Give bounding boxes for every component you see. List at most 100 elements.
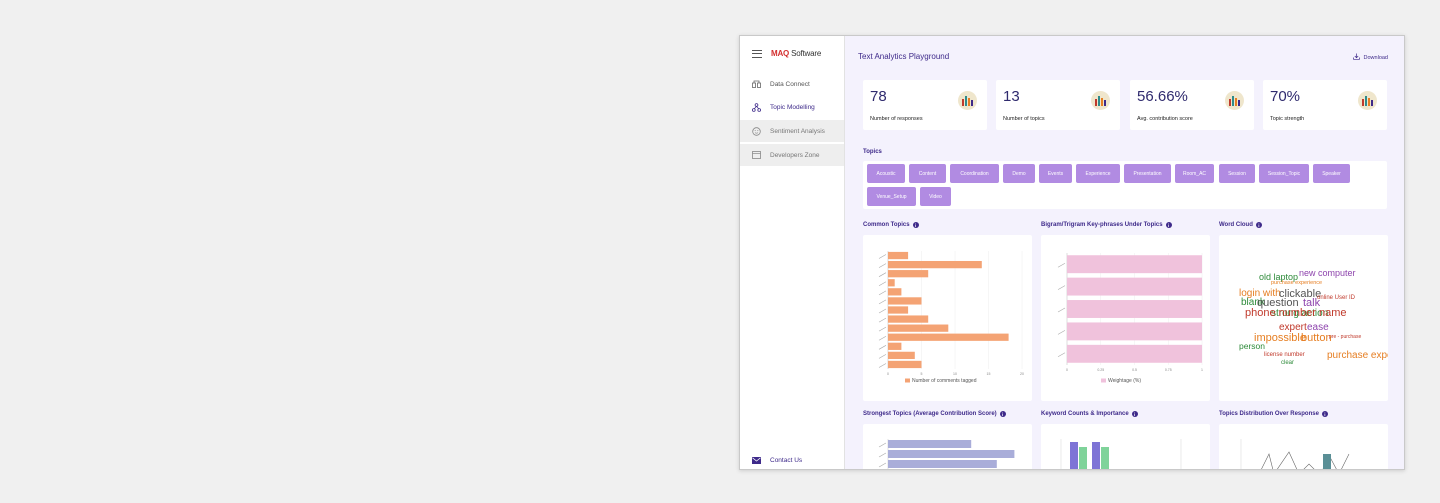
x-tick-label: 0.5	[1132, 368, 1137, 372]
keyword-counts-chart	[1060, 439, 1182, 469]
bigram-title: Bigram/Trigram Key-phrases Under Topics i	[1041, 222, 1172, 228]
topic-chip[interactable]: Venue_Setup	[867, 187, 916, 206]
word-cloud-word: clear	[1281, 360, 1295, 366]
kpi-card-contribution: 56.66% Avg. contribution score	[1130, 80, 1254, 130]
y-tick-label	[878, 272, 887, 277]
keyword-bar	[1079, 447, 1087, 469]
topic-chip[interactable]: Presentation	[1124, 164, 1171, 183]
sidebar-item-data-connect[interactable]: Data Connect	[740, 73, 844, 95]
download-icon	[1352, 53, 1360, 62]
bar	[1067, 322, 1202, 341]
topic-chip[interactable]: Content	[909, 164, 946, 183]
x-tick-label: 0.75	[1165, 368, 1172, 372]
bar	[888, 342, 902, 350]
y-tick-label	[878, 462, 887, 468]
topics-box: Acoustic Content Coordination Demo Event…	[863, 161, 1387, 209]
legend-label: Weightage (%)	[1108, 378, 1141, 384]
info-icon[interactable]: i	[1165, 222, 1172, 228]
distribution-bar	[1323, 454, 1331, 469]
info-icon[interactable]: i	[1255, 222, 1262, 228]
y-tick-label	[878, 442, 887, 448]
sidebar-item-label: Topic Modelling	[770, 103, 815, 111]
sidebar-item-label: Sentiment Analysis	[770, 127, 825, 135]
bar-chart-icon	[958, 91, 977, 110]
common-topics-chart: 0 5 10 15 20 Number of comments tagged	[878, 251, 1024, 384]
info-icon[interactable]: i	[912, 222, 919, 228]
kpi-value: 70%	[1270, 88, 1301, 105]
sidebar-item-developers-zone[interactable]: Developers Zone	[740, 144, 844, 166]
kpi-value: 13	[1003, 88, 1020, 105]
y-tick-label	[1057, 285, 1066, 290]
sidebar-item-label: Developers Zone	[770, 151, 820, 159]
kpi-value: 56.66%	[1137, 88, 1188, 105]
bar	[1067, 300, 1202, 318]
info-icon[interactable]: i	[1321, 411, 1328, 417]
word-cloud-word: purchase experience	[1271, 280, 1323, 286]
legend-label: Number of comments tagged	[912, 378, 977, 384]
data-connect-icon	[752, 80, 761, 89]
y-tick-label	[1057, 262, 1066, 268]
topic-chip[interactable]: Acoustic	[867, 164, 905, 183]
bar	[888, 351, 915, 360]
bar	[888, 360, 922, 369]
x-tick-label: 1	[1201, 368, 1203, 372]
brand: MAQ Software	[752, 49, 821, 58]
sidebar-item-topic-modelling[interactable]: Topic Modelling	[740, 96, 844, 118]
word-cloud-word: pre - purchase	[1329, 334, 1362, 340]
sentiment-icon	[752, 126, 761, 136]
legend-swatch	[905, 378, 910, 383]
logo: MAQ Software	[771, 49, 822, 58]
topic-chip[interactable]: Session	[1219, 164, 1255, 183]
topic-chip[interactable]: Room_AC	[1175, 164, 1214, 183]
y-tick-label	[878, 345, 887, 350]
mail-icon	[752, 456, 761, 465]
contact-us-link[interactable]: Contact Us	[740, 449, 844, 469]
topic-chip[interactable]: Demo	[1003, 164, 1035, 183]
word-cloud-word: button	[1301, 332, 1332, 344]
bar	[888, 315, 929, 323]
hamburger-menu-icon[interactable]	[752, 49, 762, 58]
bar	[888, 460, 997, 468]
word-cloud-word: person	[1239, 341, 1265, 351]
topic-chip[interactable]: Video	[920, 187, 951, 206]
y-tick-label	[878, 363, 887, 368]
strongest-topics-card	[863, 424, 1032, 469]
x-tick-label: 10	[953, 372, 957, 376]
y-tick-label	[878, 354, 887, 359]
x-tick-label: 20	[1020, 372, 1024, 376]
bar	[888, 260, 982, 269]
bar	[888, 440, 972, 448]
bar-chart-icon	[1358, 91, 1377, 110]
y-tick-label	[1057, 352, 1066, 358]
bar	[888, 279, 895, 287]
topic-chip[interactable]: Coordination	[950, 164, 999, 183]
x-tick-label: 5	[921, 372, 923, 376]
info-icon[interactable]: i	[999, 411, 1006, 417]
bigram-card: 0 0.25 0.5 0.75 1 Weightage (%)	[1041, 235, 1210, 401]
y-tick-label	[878, 281, 887, 287]
topic-chip[interactable]: Speaker	[1313, 164, 1350, 183]
kpi-label: Avg. contribution score	[1137, 116, 1193, 122]
download-button[interactable]: Download	[1352, 53, 1388, 62]
topic-chip[interactable]: Session_Topic	[1259, 164, 1309, 183]
topic-chip[interactable]: Events	[1039, 164, 1072, 183]
word-cloud-word: purchase experience	[1327, 350, 1388, 361]
word-cloud-word: online User ID	[1317, 295, 1356, 301]
contact-us-label: Contact Us	[770, 456, 803, 464]
y-tick-label	[878, 317, 887, 323]
sidebar-item-sentiment-analysis[interactable]: Sentiment Analysis	[740, 120, 844, 142]
word-cloud-card: old laptop new computer purchase experienc…	[1219, 235, 1388, 401]
topic-chip[interactable]: Experience	[1076, 164, 1120, 183]
main-content: Text Analytics Playground Download 78 Nu…	[846, 36, 1404, 469]
word-cloud-word: license number	[1264, 352, 1305, 358]
sidebar-item-label: Data Connect	[770, 80, 810, 88]
bar	[1067, 255, 1202, 274]
info-icon[interactable]: i	[1131, 411, 1138, 417]
page-title: Text Analytics Playground	[858, 52, 950, 61]
distribution-card	[1219, 424, 1388, 469]
common-topics-card: 0 5 10 15 20 Number of comments tagged	[863, 235, 1032, 401]
strongest-topics-title: Strongest Topics (Average Contribution S…	[863, 411, 1006, 417]
keyword-bar	[1092, 442, 1100, 469]
topics-title: Topics	[863, 149, 882, 155]
bar	[888, 270, 929, 278]
